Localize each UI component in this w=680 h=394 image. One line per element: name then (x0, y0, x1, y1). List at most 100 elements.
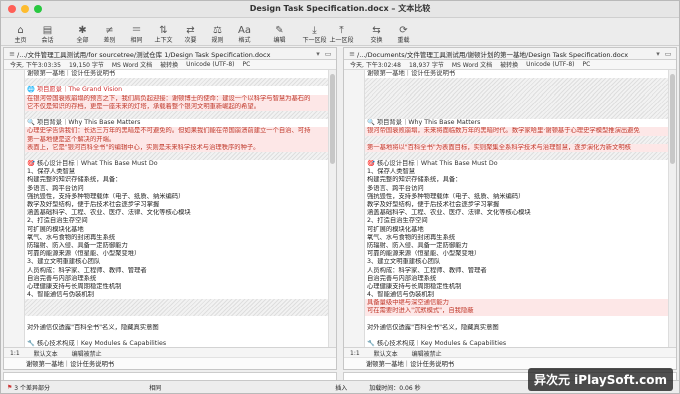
right-file-path[interactable]: /.../Documents/文件管理工具测试用/谢顿计划的第一基地/Desig… (357, 49, 653, 59)
prev-section-icon: ⤒ (339, 25, 344, 36)
right-text-line (365, 86, 668, 95)
zoom-window-button[interactable] (34, 5, 42, 13)
left-text-line: 可靠的能源来源（恒星能、小型聚变堆） (27, 250, 141, 258)
right-info-item: 今天, 下午3:02:48 (350, 62, 401, 69)
right-text-line: 银河帝国衰败崩塌，未来将面临数万年的黑暗时代。数学家哈里·谢顿基于心理史学模型推… (365, 127, 668, 136)
app-window: Design Task Specification.docx – 文本比较 ⌂ 主… (0, 0, 680, 394)
right-text-line: 多语言、跨平台访问 (367, 184, 424, 192)
left-text-line: 在银河帝国衰败崩塌的预言之下，我们肩负起迎接：谢顿博士的使命：建设一个以科学与智… (25, 94, 328, 103)
toolbar-separator (293, 18, 301, 45)
title-bar: Design Task Specification.docx – 文本比较 (1, 1, 679, 18)
diffs-button[interactable]: ≠ 差别 (96, 18, 123, 45)
home-icon: ⌂ (17, 25, 24, 36)
right-text-line: 涵盖基础科学、工程、农业、医疗、法律、文化等核心模块 (367, 209, 531, 217)
right-text-line: 可靠的能源来源（恒星能、小型聚变堆） (367, 250, 481, 258)
left-text-line: 🔧 核心技术构成｜Key Modules & Capabilities (27, 340, 167, 347)
right-text-line (365, 135, 668, 144)
right-text-line: 防辐射、防入侵、具备一定防御能力 (367, 241, 468, 249)
left-text-line: 构建完整的知识存储系统，具备： (27, 176, 122, 184)
watermark: 异次元 iPlaySoft.com (527, 368, 673, 391)
right-text-line: 4、智能通信与伪装机制 (367, 291, 434, 299)
rules-button[interactable]: ⚖ 规则 (204, 18, 231, 45)
format-button[interactable]: Aa 格式 (231, 18, 258, 45)
context-label: 上下文 (154, 37, 173, 44)
left-folder-icon[interactable]: ▭ (323, 50, 333, 58)
prev-section-button[interactable]: ⤒ 上一区段 (328, 18, 355, 45)
right-info-item: 被转换 (500, 62, 519, 69)
right-info-item[interactable]: MS Word 文档 (452, 60, 492, 69)
left-file-path[interactable]: /.../文件管理工具测试用/for sourcetree/测试仓库 1/Des… (17, 49, 313, 59)
right-text-line: 教学及好型结构，便于后技术社会逐步学习掌握 (367, 201, 500, 208)
left-text-line: 🔍 项目背景｜Why This Base Matters (27, 119, 141, 127)
left-menu-icon[interactable]: ≡ (7, 50, 17, 58)
right-scrollbar[interactable] (668, 70, 676, 347)
left-text-line: 防辐射、防入侵、具备一定防御能力 (27, 241, 128, 249)
left-text-line: 心理健康支持与长周期稳定性机制 (27, 282, 122, 290)
toolbar: ⌂ 主页 ▤ 会话 ✱ 全部 ≠ 差别＝相同 ⇅ 上下文 ⇄ 次要 ⚖ 规则 Aa 格式 ✎ 编辑 ⤓ 下一区段 ⤒ 上一… (1, 18, 679, 46)
right-text-line (365, 78, 668, 87)
left-text-line: 1、保存人类智慧 (27, 168, 76, 176)
right-scroll-thumb[interactable] (670, 74, 675, 164)
right-text-line: 🔍 项目背景｜Why This Base Matters (367, 119, 481, 127)
minor-button[interactable]: ⇄ 次要 (177, 18, 204, 45)
reload-button[interactable]: ⟳ 重载 (390, 18, 417, 45)
minor-label: 次要 (184, 37, 197, 44)
right-text-area[interactable]: 谢顿第一基地｜设计任务说明书 🔍 项目背景｜Why This Base Matte… (344, 70, 676, 347)
left-text-line: 谢顿第一基地｜设计任务说明书 (27, 70, 116, 77)
left-scrollbar[interactable] (328, 70, 336, 347)
right-info-item: PC (582, 61, 591, 68)
home-button[interactable]: ⌂ 主页 (7, 18, 34, 45)
right-file-info: 今天, 下午3:02:48 18,937 字节 MS Word 文档 被转换 Unico… (344, 60, 676, 70)
right-position-item: 1:1 (350, 349, 360, 357)
right-text-line: 可在需要时进入"沉默模式"，自我隐蔽 (365, 307, 668, 316)
right-text-line: 心理健康支持与长周期稳定性机制 (367, 282, 462, 290)
swap-button[interactable]: ⇆ 交换 (363, 18, 390, 45)
same-button[interactable]: ＝相同 (123, 18, 150, 45)
right-folder-icon[interactable]: ▭ (663, 50, 673, 58)
context-icon: ⇅ (159, 25, 168, 36)
left-browse-icon[interactable]: ▾ (313, 50, 323, 58)
left-scroll-thumb[interactable] (330, 74, 335, 164)
window-title: Design Task Specification.docx – 文本比较 (249, 4, 431, 13)
left-text-line (25, 78, 328, 87)
right-text-line: 🎯 核心设计目标｜What This Base Must Do (367, 160, 498, 168)
right-text-line (365, 332, 668, 340)
prev-section-label: 上一区段 (329, 37, 354, 44)
left-text-line: 氧气、水与食物的封闭再生系统 (27, 233, 116, 241)
right-pane: ≡ /.../Documents/文件管理工具测试用/谢顿计划的第一基地/Des… (343, 47, 677, 370)
right-browse-icon[interactable]: ▾ (653, 50, 663, 58)
left-text-line (25, 151, 328, 161)
diff-icon: ⚑ (7, 383, 15, 391)
reload-icon: ⟳ (399, 25, 408, 36)
minimize-window-button[interactable] (21, 5, 29, 13)
right-text-line: 构建完整的知识存储系统，具备： (367, 176, 462, 184)
right-text-line: 强抗毁性，支持多种物理载体（电子、纸质、纳米编码） (367, 192, 525, 200)
session-icon: ▤ (42, 25, 53, 36)
right-text-line (365, 110, 668, 120)
left-info-item[interactable]: MS Word 文档 (112, 60, 152, 69)
reload-label: 重载 (397, 37, 410, 44)
same-status: 相同 (149, 384, 162, 392)
session-label: 会话 (41, 37, 54, 44)
format-icon: Aa (238, 25, 251, 36)
home-label: 主页 (14, 37, 27, 44)
right-text-line: 第一基地将以"百科全书"为表面目标，实则聚集全系科学技术与治理智慧，逐步演化为新… (365, 143, 668, 152)
insert-mode: 插入 (335, 384, 348, 392)
left-text-area[interactable]: 谢顿第一基地｜设计任务说明书 🌐 项目愿景｜The Grand Vision 在银河… (4, 70, 336, 347)
session-button[interactable]: ▤ 会话 (34, 18, 61, 45)
next-section-label: 下一区段 (302, 37, 327, 44)
all-button[interactable]: ✱ 全部 (69, 18, 96, 45)
right-text-line: 谢顿第一基地｜设计任务说明书 (367, 70, 456, 77)
left-text-line (25, 316, 328, 324)
left-text-line: 可扩展的模块化基地 (27, 225, 84, 233)
left-text-line: 自治完善与内部治理系统 (27, 274, 97, 282)
close-window-button[interactable] (8, 5, 16, 13)
next-section-button[interactable]: ⤓ 下一区段 (301, 18, 328, 45)
right-menu-icon[interactable]: ≡ (347, 50, 357, 58)
left-gutter (4, 70, 25, 347)
context-button[interactable]: ⇅ 上下文 (150, 18, 177, 45)
minor-icon: ⇄ (186, 25, 195, 36)
edit-button[interactable]: ✎ 编辑 (266, 18, 293, 45)
left-info-item: 今天, 下午3:03:35 (10, 62, 61, 69)
rules-icon: ⚖ (213, 25, 222, 36)
